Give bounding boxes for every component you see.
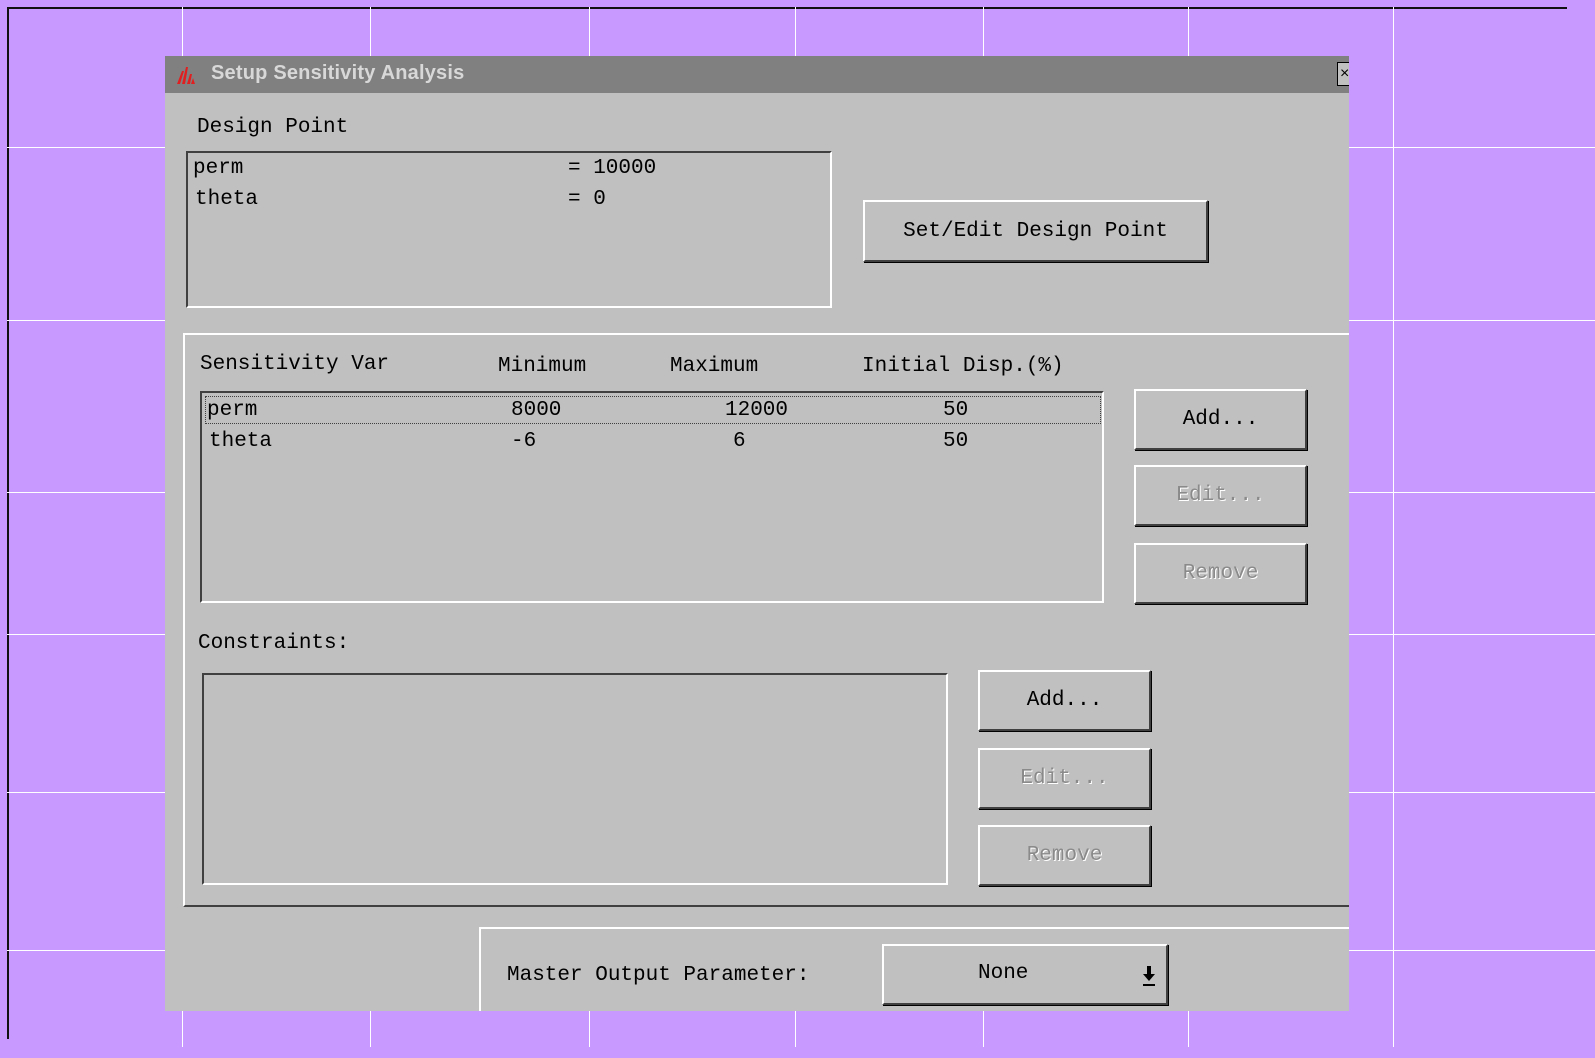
row-minimum: -6 [511,430,537,453]
header-maximum: Maximum [670,355,759,378]
dropdown-arrow-icon [1143,966,1155,986]
design-point-value: = 10000 [568,157,657,180]
header-sensitivity-var: Sensitivity Var [200,353,390,376]
master-output-dropdown[interactable]: None [882,944,1168,1005]
sensitivity-var-list[interactable]: perm 8000 12000 50 theta -6 6 50 [200,391,1104,603]
row-maximum: 12000 [725,399,789,422]
window-title: Setup Sensitivity Analysis [211,62,465,84]
constraints-edit-button[interactable]: Edit... [978,748,1151,809]
close-button[interactable]: × [1337,62,1349,86]
design-point-name: perm [193,157,244,180]
row-minimum: 8000 [511,399,562,422]
constraints-list[interactable] [202,673,948,885]
constraints-add-button[interactable]: Add... [978,670,1151,731]
row-var: perm [207,399,258,422]
app-logo-icon [177,67,195,84]
design-point-list[interactable]: perm = 10000 theta = 0 [186,151,832,308]
row-maximum: 6 [733,430,746,453]
design-point-value: = 0 [568,188,606,211]
setup-sensitivity-dialog: Setup Sensitivity Analysis × Design Poin… [165,56,1349,1011]
constraints-remove-button[interactable]: Remove [978,825,1151,886]
grid-line [1393,7,1394,1047]
sensitivity-add-button[interactable]: Add... [1134,389,1307,450]
sensitivity-edit-button[interactable]: Edit... [1134,465,1307,526]
design-point-name: theta [195,188,259,211]
header-minimum: Minimum [498,355,587,378]
master-output-label: Master Output Parameter: [507,964,810,987]
sensitivity-remove-button[interactable]: Remove [1134,543,1307,604]
row-initial-disp: 50 [943,430,969,453]
row-initial-disp: 50 [943,399,969,422]
constraints-label: Constraints: [198,632,350,655]
master-output-selected: None [978,962,1029,985]
title-bar[interactable]: Setup Sensitivity Analysis × [165,56,1349,93]
design-point-label: Design Point [197,116,349,139]
header-initial-disp: Initial Disp.(%) [862,355,1064,378]
set-edit-design-point-button[interactable]: Set/Edit Design Point [863,200,1208,262]
row-var: theta [209,430,273,453]
